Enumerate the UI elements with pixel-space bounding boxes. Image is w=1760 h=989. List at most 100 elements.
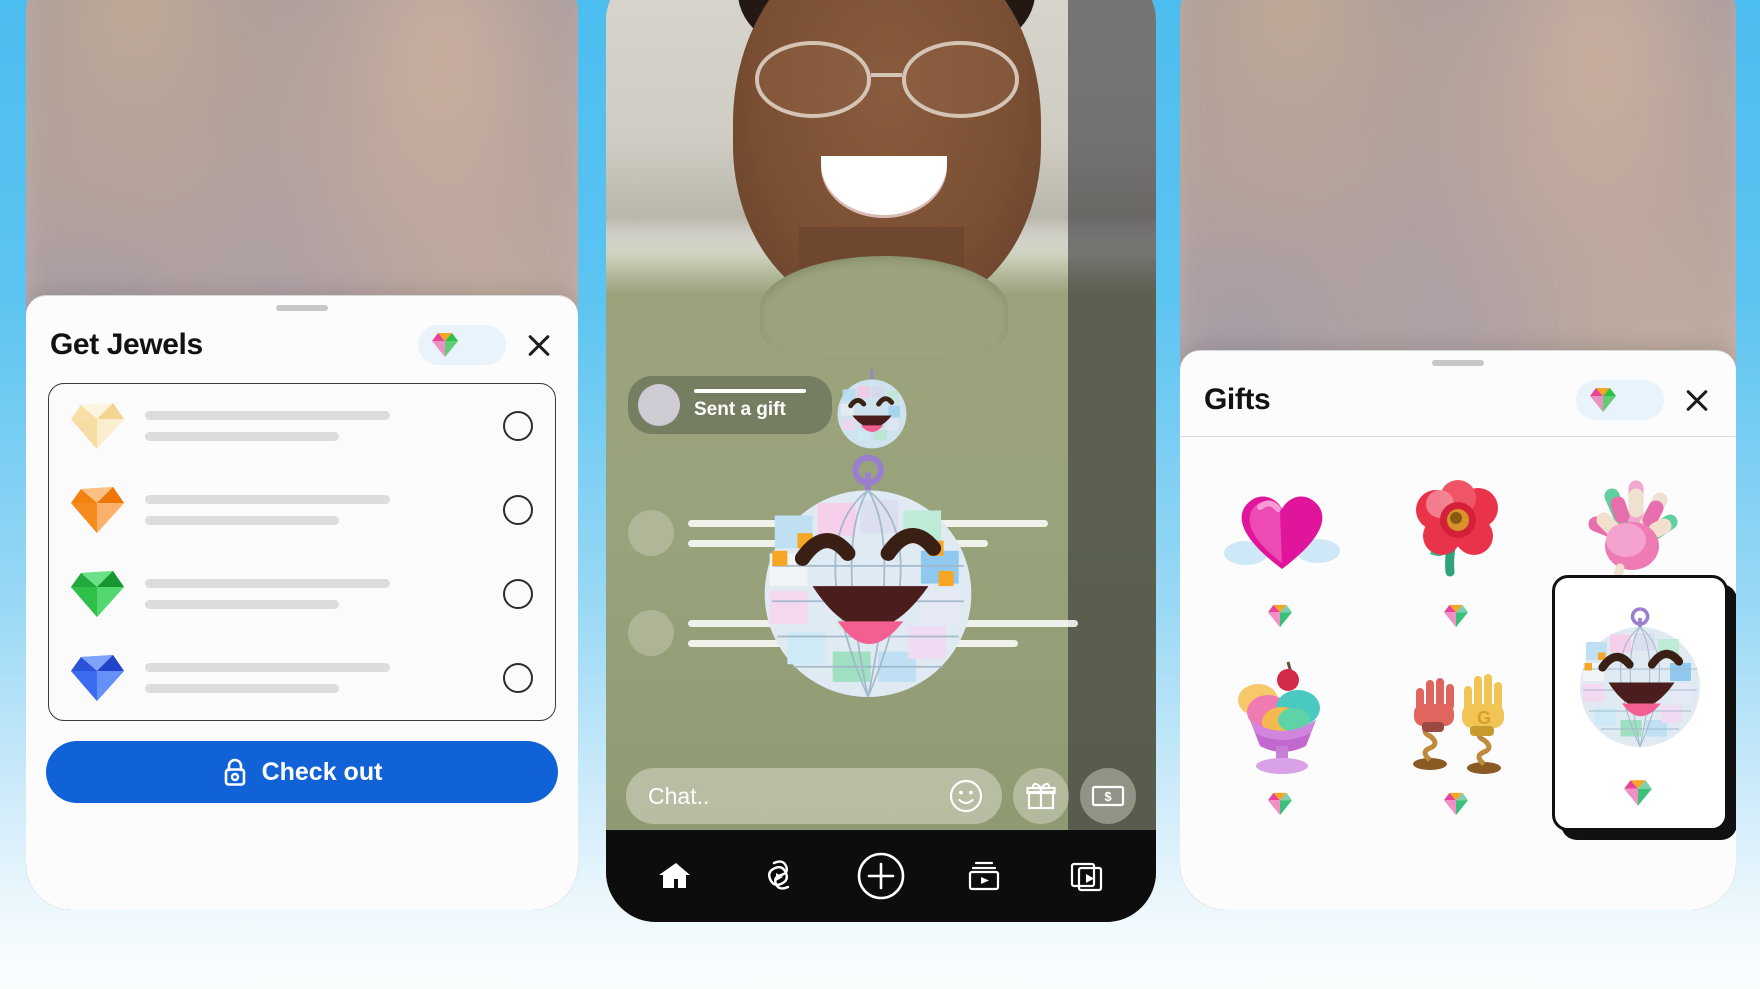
gem-icon [1442,603,1470,629]
gift-price [1442,791,1474,817]
jewel-balance-pill[interactable] [1576,380,1664,420]
avatar [628,510,674,556]
gifts-sheet: Gifts G [1180,350,1736,910]
page-title: Get Jewels [50,328,203,361]
phone-left-screen: Get Jewels Check out [26,0,578,910]
heart-with-clouds-icon [1219,467,1345,593]
subject-collar [760,255,1008,361]
small-disco-ball-gift [831,368,913,450]
gem-icon [1622,778,1654,808]
chat-input[interactable]: Chat.. [626,768,1002,824]
name-placeholder-bar [145,411,390,420]
gift-item-clapping-hands[interactable]: G [1370,641,1546,897]
gem-icon [1588,386,1618,414]
gift-item-ice-cream-sundae[interactable] [1194,641,1370,897]
gift-item-red-poppy-flower[interactable] [1370,453,1546,641]
gift-price [1622,778,1658,808]
price-placeholder-bar [145,516,339,525]
gift-item-disco-ball[interactable] [1552,575,1728,831]
name-placeholder-bar [145,495,390,504]
jewel-pack-list [48,383,556,721]
sheet-header: Gifts [1180,366,1736,437]
subject-glasses [754,41,1019,118]
gem-pack-pale-icon [67,397,127,455]
nav-reels[interactable] [750,848,806,904]
list-item-placeholder-text [145,579,485,609]
list-item[interactable] [49,636,555,720]
phone-right: Gifts G [1180,0,1736,910]
list-item[interactable] [49,552,555,636]
sent-a-gift-toast: Sent a gift [628,376,832,434]
plus-circle-icon [856,851,906,901]
name-placeholder-bar [145,579,390,588]
price-placeholder-bar [145,600,339,609]
nav-watch[interactable] [1059,848,1115,904]
pack-radio-button[interactable] [503,411,533,441]
reels-icon [760,859,796,893]
list-item[interactable] [49,384,555,468]
list-item-placeholder-text [145,411,485,441]
avatar [638,384,680,426]
phone-left: Get Jewels Check out [26,0,578,910]
nav-create[interactable] [853,848,909,904]
gem-icon [1266,603,1294,629]
pack-radio-button[interactable] [503,495,533,525]
lock-icon [222,757,248,787]
screenshot-stage: Get Jewels Check out Sent a gift Chat.. … [0,0,1760,989]
jewel-balance-pill[interactable] [418,325,506,365]
chat-bar: Chat.. $ [626,768,1136,824]
checkout-label: Check out [261,757,383,786]
video-library-icon [966,859,1002,893]
glasses-lens-right [902,41,1019,118]
list-item-placeholder-text [145,495,485,525]
svg-text:G: G [1477,708,1491,728]
disco-ball-gift-overlay [742,450,994,702]
gift-grid: G [1180,437,1736,907]
close-icon[interactable] [1680,383,1714,417]
list-item[interactable] [49,468,555,552]
toast-body: Sent a gift [694,389,806,421]
nav-home[interactable] [647,848,703,904]
price-placeholder-bar [145,684,339,693]
ice-cream-sundae-icon [1219,655,1345,781]
gem-icon [1266,791,1294,817]
avatar [628,610,674,656]
gem-pack-green-icon [67,565,127,623]
pack-radio-button[interactable] [503,579,533,609]
username-placeholder-bar [694,389,806,393]
gift-item-heart-with-clouds[interactable] [1194,453,1370,641]
nav-library[interactable] [956,848,1012,904]
checkout-button[interactable]: Check out [46,741,558,803]
disco-ball-icon [1565,600,1715,750]
gift-button[interactable] [1013,768,1069,824]
phone-right-screen: Gifts G [1180,0,1736,910]
list-item-placeholder-text [145,663,485,693]
phone-middle: Sent a gift Chat.. $ [606,0,1156,922]
gift-price [1266,791,1298,817]
gem-icon [1442,791,1470,817]
gem-pack-orange-icon [67,481,127,539]
phone-middle-screen: Sent a gift Chat.. $ [606,0,1156,922]
page-title: Gifts [1204,383,1271,416]
watch-video-icon [1069,859,1105,893]
get-jewels-sheet: Get Jewels Check out [26,295,578,910]
money-icon: $ [1091,782,1125,810]
pack-radio-button[interactable] [503,663,533,693]
close-icon[interactable] [522,328,556,362]
home-icon [658,859,692,893]
clapping-hands-icon: G [1395,655,1521,781]
name-placeholder-bar [145,663,390,672]
smiley-icon[interactable] [948,778,984,814]
chat-placeholder: Chat.. [648,782,710,809]
price-placeholder-bar [145,432,339,441]
glasses-lens-left [754,41,871,118]
gem-pack-blue-icon [67,649,127,707]
svg-text:$: $ [1104,789,1112,804]
glasses-bridge [870,73,903,78]
gem-icon [430,331,460,359]
gift-price [1442,603,1474,629]
money-button[interactable]: $ [1080,768,1136,824]
red-poppy-flower-icon [1395,467,1521,593]
bottom-navigation-bar [606,830,1156,922]
toast-label: Sent a gift [694,399,786,420]
